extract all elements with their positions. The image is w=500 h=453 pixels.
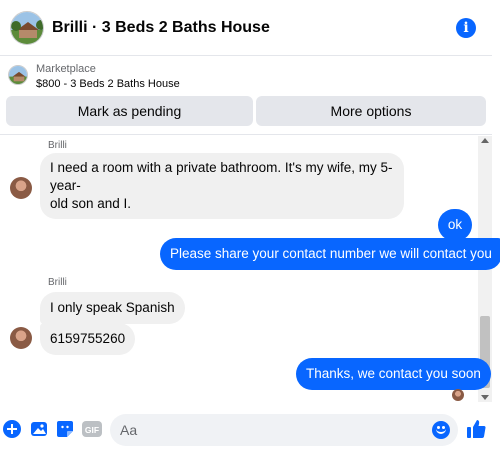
listing-small-thumbnail — [8, 65, 28, 85]
sticker-icon[interactable] — [56, 420, 74, 438]
message-line: I need a room with a private bathroom. I… — [50, 160, 393, 193]
chat-header: Brilli · 3 Beds 2 Baths House i — [0, 0, 492, 56]
outgoing-message: Please share your contact number we will… — [160, 238, 500, 270]
message-line: old son and I. — [50, 196, 132, 211]
incoming-message: I only speak Spanish — [40, 292, 185, 324]
avatar[interactable] — [10, 177, 32, 199]
outgoing-message: Thanks, we contact you soon — [296, 358, 491, 390]
mark-as-pending-button[interactable]: Mark as pending — [6, 96, 253, 126]
chat-title[interactable]: Brilli · 3 Beds 2 Baths House — [52, 19, 270, 37]
incoming-message: I need a room with a private bathroom. I… — [40, 153, 404, 219]
plus-icon[interactable] — [3, 420, 21, 438]
seen-avatar — [452, 389, 464, 401]
marketplace-panel: Marketplace $800 - 3 Beds 2 Baths House … — [0, 57, 492, 135]
svg-text:GIF: GIF — [85, 425, 99, 435]
emoji-icon[interactable] — [432, 421, 450, 439]
message-input-placeholder: Aa — [120, 422, 138, 438]
message-input[interactable]: Aa — [110, 414, 458, 446]
marketplace-label: Marketplace — [36, 63, 96, 75]
info-icon[interactable]: i — [456, 18, 476, 38]
outgoing-message: ok — [438, 209, 472, 241]
sender-name: Brilli — [48, 277, 67, 288]
gif-icon[interactable]: GIF — [82, 420, 102, 438]
scroll-up-icon[interactable] — [481, 138, 489, 143]
image-icon[interactable] — [30, 420, 48, 438]
messenger-chat-window: Brilli · 3 Beds 2 Baths House i Marketpl… — [0, 0, 500, 453]
listing-price-title[interactable]: $800 - 3 Beds 2 Baths House — [36, 78, 180, 90]
listing-thumbnail[interactable] — [10, 10, 44, 45]
house-photo-icon — [11, 11, 43, 44]
incoming-message: 6159755260 — [40, 323, 136, 355]
more-options-button[interactable]: More options — [256, 96, 486, 126]
house-photo-icon — [9, 66, 27, 84]
avatar[interactable] — [10, 327, 32, 349]
scroll-down-icon[interactable] — [481, 395, 489, 400]
like-icon[interactable] — [466, 419, 486, 439]
sender-name: Brilli — [48, 140, 67, 151]
composer-bar: GIF Aa — [0, 408, 500, 453]
